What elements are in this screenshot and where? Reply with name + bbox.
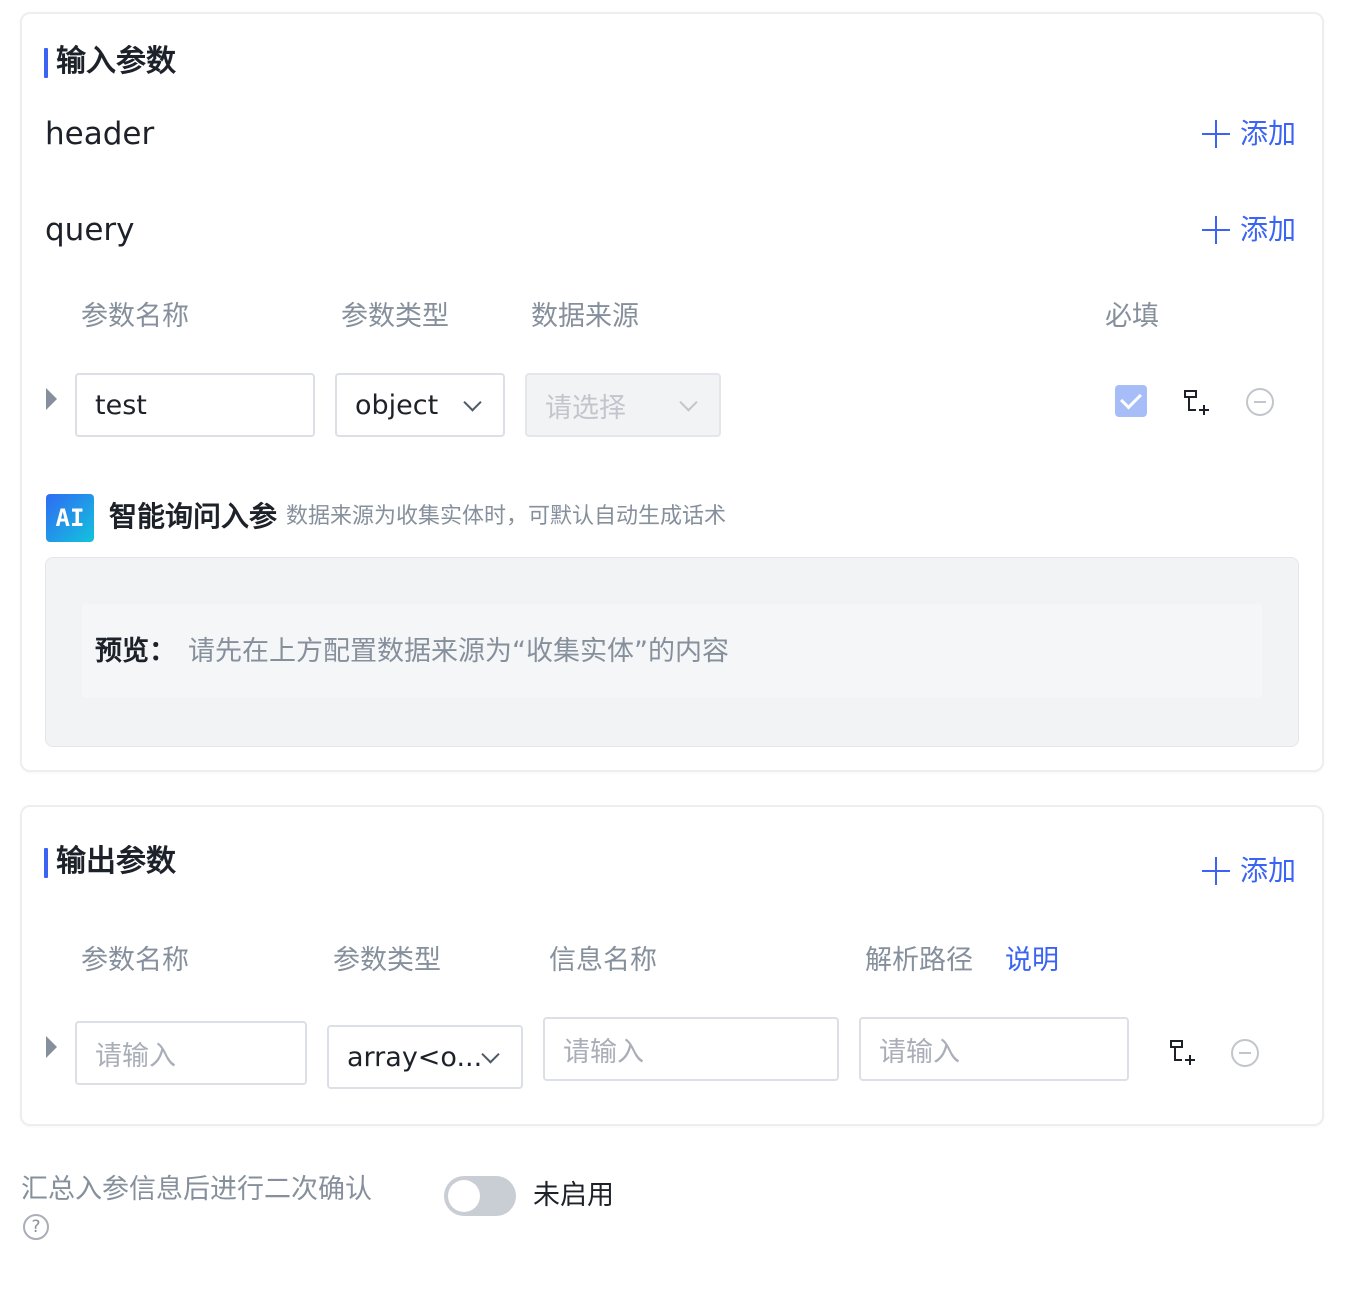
remove-row-icon[interactable] [1231, 1039, 1259, 1067]
out-param-type-select[interactable]: array<o... [327, 1025, 523, 1089]
out-param-name-input[interactable]: 请输入 [75, 1021, 307, 1085]
expand-row-caret[interactable] [46, 1036, 57, 1058]
param-name-input[interactable]: test [75, 373, 315, 437]
required-checkbox[interactable] [1115, 385, 1147, 417]
add-child-icon[interactable] [1168, 1038, 1198, 1068]
plus-icon [1202, 857, 1230, 885]
input-params-title: 输入参数 [44, 42, 176, 82]
col-parse-path: 解析路径 [865, 945, 973, 976]
remove-row-icon[interactable] [1246, 388, 1274, 416]
plus-icon [1202, 120, 1230, 148]
col-out-param-name: 参数名称 [81, 945, 189, 976]
col-required: 必填 [1105, 301, 1159, 332]
chevron-down-icon [463, 393, 482, 412]
add-header-label: 添加 [1240, 117, 1297, 150]
col-out-param-type: 参数类型 [333, 945, 441, 976]
col-data-source: 数据来源 [531, 301, 639, 332]
preview-text: 请先在上方配置数据来源为“收集实体”的内容 [188, 636, 729, 667]
col-info-name: 信息名称 [549, 945, 657, 976]
parse-path-placeholder: 请输入 [879, 1036, 960, 1068]
output-params-title: 输出参数 [44, 842, 176, 882]
add-output-button[interactable]: 添加 [1202, 853, 1296, 889]
header-label: header [45, 116, 155, 152]
add-header-button[interactable]: 添加 [1202, 116, 1296, 152]
help-icon[interactable]: ? [23, 1214, 49, 1240]
info-name-input[interactable]: 请输入 [543, 1017, 839, 1081]
data-source-select[interactable]: 请选择 [525, 373, 721, 437]
param-type-select[interactable]: object [335, 373, 505, 437]
param-name-value: test [95, 389, 147, 421]
out-param-name-placeholder: 请输入 [95, 1040, 176, 1072]
confirm-label: 汇总入参信息后进行二次确认 [21, 1174, 372, 1205]
out-param-type-value: array<o... [347, 1041, 483, 1073]
expand-row-caret[interactable] [46, 388, 57, 410]
confirm-status: 未启用 [533, 1180, 614, 1211]
parse-path-help-link[interactable]: 说明 [1005, 943, 1059, 979]
col-param-type: 参数类型 [341, 301, 449, 332]
confirm-toggle[interactable] [444, 1176, 516, 1216]
param-type-value: object [355, 389, 439, 421]
info-name-placeholder: 请输入 [563, 1036, 644, 1068]
chevron-down-icon [481, 1045, 500, 1064]
parse-path-input[interactable]: 请输入 [859, 1017, 1129, 1081]
col-param-name: 参数名称 [81, 301, 189, 332]
query-label: query [45, 212, 135, 248]
add-query-label: 添加 [1240, 213, 1297, 246]
chevron-down-icon [679, 393, 698, 412]
add-output-label: 添加 [1240, 854, 1297, 887]
ai-inquiry-hint: 数据来源为收集实体时，可默认自动生成话术 [286, 504, 727, 529]
ai-inquiry-title: 智能询问入参 [109, 500, 278, 533]
ai-icon: AI [46, 494, 94, 542]
plus-icon [1202, 216, 1230, 244]
data-source-placeholder: 请选择 [545, 392, 626, 424]
preview-label: 预览： [95, 636, 176, 667]
add-query-button[interactable]: 添加 [1202, 212, 1296, 248]
add-child-icon[interactable] [1182, 388, 1212, 418]
